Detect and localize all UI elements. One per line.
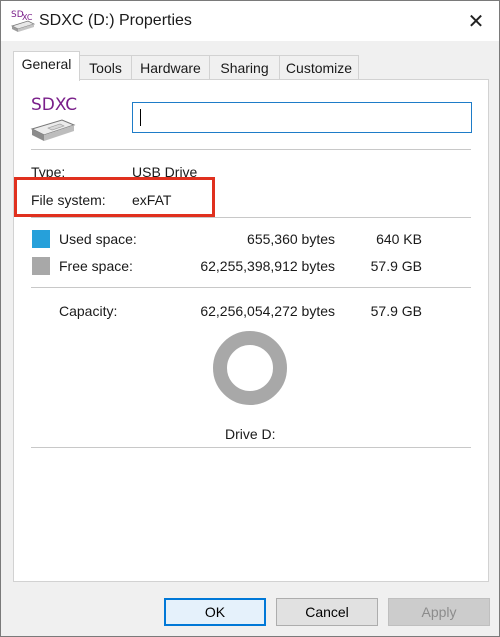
- used-space-size: 640 KB: [376, 231, 422, 247]
- free-space-bytes: 62,255,398,912 bytes: [200, 258, 335, 274]
- separator: [31, 149, 471, 150]
- ok-button[interactable]: OK: [164, 598, 266, 626]
- free-space-label: Free space:: [59, 258, 133, 274]
- capacity-label: Capacity:: [59, 303, 118, 319]
- separator: [31, 447, 471, 448]
- used-space-swatch: [32, 230, 50, 248]
- separator: [31, 287, 471, 288]
- disk-usage-donut: [213, 331, 287, 405]
- cancel-button[interactable]: Cancel: [276, 598, 378, 626]
- tab-general[interactable]: General: [13, 51, 80, 81]
- drive-caption: Drive D:: [225, 426, 276, 442]
- title-bar: SD XC SDXC (D:) Properties ✕: [1, 1, 499, 41]
- tab-sharing[interactable]: Sharing: [209, 55, 280, 81]
- free-space-size: 57.9 GB: [370, 258, 422, 274]
- capacity-bytes: 62,256,054,272 bytes: [200, 303, 335, 319]
- apply-button[interactable]: Apply: [388, 598, 490, 626]
- text-caret: [140, 109, 141, 126]
- sd-card-drive-icon: SDXC: [30, 95, 77, 141]
- close-button[interactable]: ✕: [453, 1, 499, 41]
- tab-hardware[interactable]: Hardware: [131, 55, 210, 81]
- used-space-label: Used space:: [59, 231, 137, 247]
- svg-text:XC: XC: [22, 13, 33, 22]
- window-title: SDXC (D:) Properties: [39, 12, 192, 29]
- tab-tools[interactable]: Tools: [79, 55, 132, 81]
- tab-customize[interactable]: Customize: [279, 55, 359, 81]
- properties-window: SD XC SDXC (D:) Properties ✕ General Too…: [0, 0, 500, 637]
- used-space-bytes: 655,360 bytes: [247, 231, 335, 247]
- close-icon: ✕: [467, 10, 485, 33]
- sd-card-drive-icon: SD XC: [10, 10, 36, 32]
- separator: [31, 217, 471, 218]
- capacity-size: 57.9 GB: [370, 303, 422, 319]
- drive-name-input[interactable]: [132, 102, 472, 133]
- drive-icon-label: SDXC: [31, 95, 77, 115]
- free-space-swatch: [32, 257, 50, 275]
- donut-free-ring: [213, 331, 287, 405]
- general-panel: SDXC Type: USB Drive File system: exFAT …: [13, 79, 489, 582]
- file-system-highlight-box: [14, 177, 215, 217]
